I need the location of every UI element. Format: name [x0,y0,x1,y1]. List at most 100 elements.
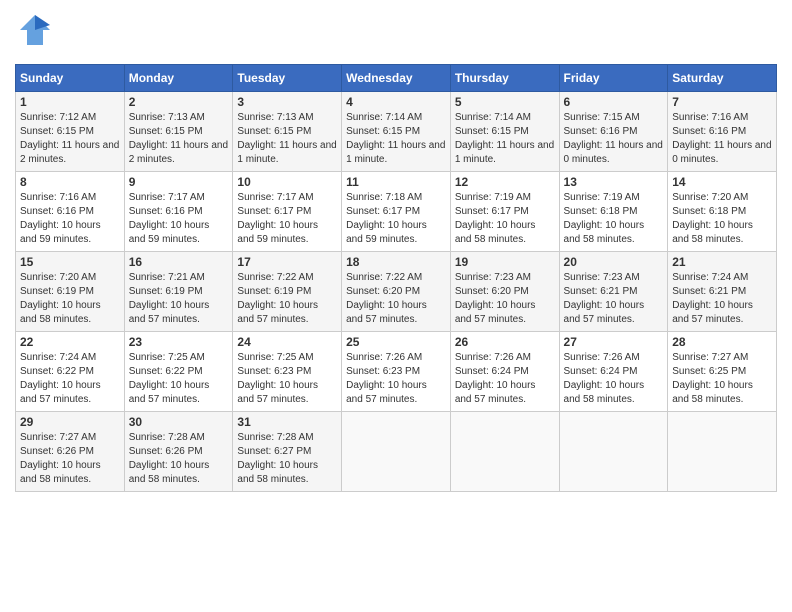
day-info: Sunrise: 7:27 AMSunset: 6:25 PMDaylight:… [672,351,772,407]
day-info: Sunrise: 7:22 AMSunset: 6:19 PMDaylight:… [237,271,337,327]
calendar-cell: 11 Sunrise: 7:18 AMSunset: 6:17 PMDayligh… [342,172,451,252]
logo-icon [15,10,55,56]
day-number: 5 [455,95,555,109]
day-info: Sunrise: 7:17 AMSunset: 6:16 PMDaylight:… [129,191,229,247]
day-info: Sunrise: 7:19 AMSunset: 6:18 PMDaylight:… [564,191,664,247]
calendar-cell: 6 Sunrise: 7:15 AMSunset: 6:16 PMDaylight… [559,92,668,172]
calendar-cell: 23 Sunrise: 7:25 AMSunset: 6:22 PMDayligh… [124,332,233,412]
day-info: Sunrise: 7:19 AMSunset: 6:17 PMDaylight:… [455,191,555,247]
day-info: Sunrise: 7:28 AMSunset: 6:27 PMDaylight:… [237,431,337,487]
header-friday: Friday [559,65,668,92]
day-info: Sunrise: 7:26 AMSunset: 6:23 PMDaylight:… [346,351,446,407]
day-info: Sunrise: 7:14 AMSunset: 6:15 PMDaylight:… [346,111,446,167]
header-wednesday: Wednesday [342,65,451,92]
calendar-cell: 17 Sunrise: 7:22 AMSunset: 6:19 PMDayligh… [233,252,342,332]
day-number: 18 [346,255,446,269]
calendar-cell: 5 Sunrise: 7:14 AMSunset: 6:15 PMDaylight… [450,92,559,172]
header-tuesday: Tuesday [233,65,342,92]
calendar-cell: 13 Sunrise: 7:19 AMSunset: 6:18 PMDayligh… [559,172,668,252]
calendar-cell: 2 Sunrise: 7:13 AMSunset: 6:15 PMDaylight… [124,92,233,172]
day-number: 12 [455,175,555,189]
calendar-cell: 20 Sunrise: 7:23 AMSunset: 6:21 PMDayligh… [559,252,668,332]
calendar-cell [559,412,668,492]
day-number: 14 [672,175,772,189]
calendar-cell: 26 Sunrise: 7:26 AMSunset: 6:24 PMDayligh… [450,332,559,412]
day-info: Sunrise: 7:22 AMSunset: 6:20 PMDaylight:… [346,271,446,327]
day-info: Sunrise: 7:16 AMSunset: 6:16 PMDaylight:… [20,191,120,247]
calendar-cell: 29 Sunrise: 7:27 AMSunset: 6:26 PMDayligh… [16,412,125,492]
calendar-cell: 24 Sunrise: 7:25 AMSunset: 6:23 PMDayligh… [233,332,342,412]
calendar-cell: 4 Sunrise: 7:14 AMSunset: 6:15 PMDaylight… [342,92,451,172]
day-info: Sunrise: 7:26 AMSunset: 6:24 PMDaylight:… [564,351,664,407]
calendar-cell: 30Sunrise: 7:28 AMSunset: 6:26 PMDayligh… [124,412,233,492]
calendar-cell: 28 Sunrise: 7:27 AMSunset: 6:25 PMDayligh… [668,332,777,412]
day-info: Sunrise: 7:14 AMSunset: 6:15 PMDaylight:… [455,111,555,167]
day-info: Sunrise: 7:27 AMSunset: 6:26 PMDaylight:… [20,431,120,487]
calendar-header: SundayMondayTuesdayWednesdayThursdayFrid… [16,65,777,92]
day-number: 3 [237,95,337,109]
day-number: 16 [129,255,229,269]
day-info: Sunrise: 7:21 AMSunset: 6:19 PMDaylight:… [129,271,229,327]
calendar-cell: 31 Sunrise: 7:28 AMSunset: 6:27 PMDayligh… [233,412,342,492]
calendar-cell [450,412,559,492]
calendar-cell: 10 Sunrise: 7:17 AMSunset: 6:17 PMDayligh… [233,172,342,252]
day-info: Sunrise: 7:24 AMSunset: 6:21 PMDaylight:… [672,271,772,327]
day-number: 19 [455,255,555,269]
day-info: Sunrise: 7:15 AMSunset: 6:16 PMDaylight:… [564,111,664,167]
calendar-cell: 22 Sunrise: 7:24 AMSunset: 6:22 PMDayligh… [16,332,125,412]
day-number: 10 [237,175,337,189]
day-info: Sunrise: 7:20 AMSunset: 6:19 PMDaylight:… [20,271,120,327]
day-number: 23 [129,335,229,349]
day-number: 13 [564,175,664,189]
day-number: 11 [346,175,446,189]
header-thursday: Thursday [450,65,559,92]
day-info: Sunrise: 7:25 AMSunset: 6:22 PMDaylight:… [129,351,229,407]
week-row-5: 29 Sunrise: 7:27 AMSunset: 6:26 PMDayligh… [16,412,777,492]
day-number: 26 [455,335,555,349]
day-info: Sunrise: 7:26 AMSunset: 6:24 PMDaylight:… [455,351,555,407]
day-number: 28 [672,335,772,349]
calendar-cell: 27 Sunrise: 7:26 AMSunset: 6:24 PMDayligh… [559,332,668,412]
day-number: 27 [564,335,664,349]
day-number: 30 [129,415,229,429]
day-info: Sunrise: 7:13 AMSunset: 6:15 PMDaylight:… [129,111,229,167]
day-info: Sunrise: 7:20 AMSunset: 6:18 PMDaylight:… [672,191,772,247]
day-number: 21 [672,255,772,269]
day-number: 17 [237,255,337,269]
calendar-cell [668,412,777,492]
header-saturday: Saturday [668,65,777,92]
day-info: Sunrise: 7:17 AMSunset: 6:17 PMDaylight:… [237,191,337,247]
day-number: 6 [564,95,664,109]
day-number: 31 [237,415,337,429]
calendar-cell: 21 Sunrise: 7:24 AMSunset: 6:21 PMDayligh… [668,252,777,332]
calendar-cell: 1Sunrise: 7:12 AMSunset: 6:15 PMDaylight… [16,92,125,172]
day-info: Sunrise: 7:23 AMSunset: 6:21 PMDaylight:… [564,271,664,327]
calendar-cell: 25 Sunrise: 7:26 AMSunset: 6:23 PMDayligh… [342,332,451,412]
day-number: 24 [237,335,337,349]
day-number: 22 [20,335,120,349]
logo [15,10,59,56]
calendar-cell: 18 Sunrise: 7:22 AMSunset: 6:20 PMDayligh… [342,252,451,332]
day-number: 4 [346,95,446,109]
calendar-cell: 19 Sunrise: 7:23 AMSunset: 6:20 PMDayligh… [450,252,559,332]
day-number: 15 [20,255,120,269]
day-number: 2 [129,95,229,109]
day-number: 25 [346,335,446,349]
week-row-3: 15 Sunrise: 7:20 AMSunset: 6:19 PMDayligh… [16,252,777,332]
day-info: Sunrise: 7:18 AMSunset: 6:17 PMDaylight:… [346,191,446,247]
header-monday: Monday [124,65,233,92]
day-info: Sunrise: 7:13 AMSunset: 6:15 PMDaylight:… [237,111,337,167]
calendar-cell: 15 Sunrise: 7:20 AMSunset: 6:19 PMDayligh… [16,252,125,332]
page-header [15,10,777,56]
calendar-table: SundayMondayTuesdayWednesdayThursdayFrid… [15,64,777,492]
calendar-cell: 16 Sunrise: 7:21 AMSunset: 6:19 PMDayligh… [124,252,233,332]
day-info: Sunrise: 7:23 AMSunset: 6:20 PMDaylight:… [455,271,555,327]
calendar-cell: 3 Sunrise: 7:13 AMSunset: 6:15 PMDaylight… [233,92,342,172]
day-info: Sunrise: 7:25 AMSunset: 6:23 PMDaylight:… [237,351,337,407]
week-row-1: 1Sunrise: 7:12 AMSunset: 6:15 PMDaylight… [16,92,777,172]
day-number: 29 [20,415,120,429]
week-row-2: 8Sunrise: 7:16 AMSunset: 6:16 PMDaylight… [16,172,777,252]
day-number: 20 [564,255,664,269]
day-info: Sunrise: 7:24 AMSunset: 6:22 PMDaylight:… [20,351,120,407]
calendar-cell [342,412,451,492]
